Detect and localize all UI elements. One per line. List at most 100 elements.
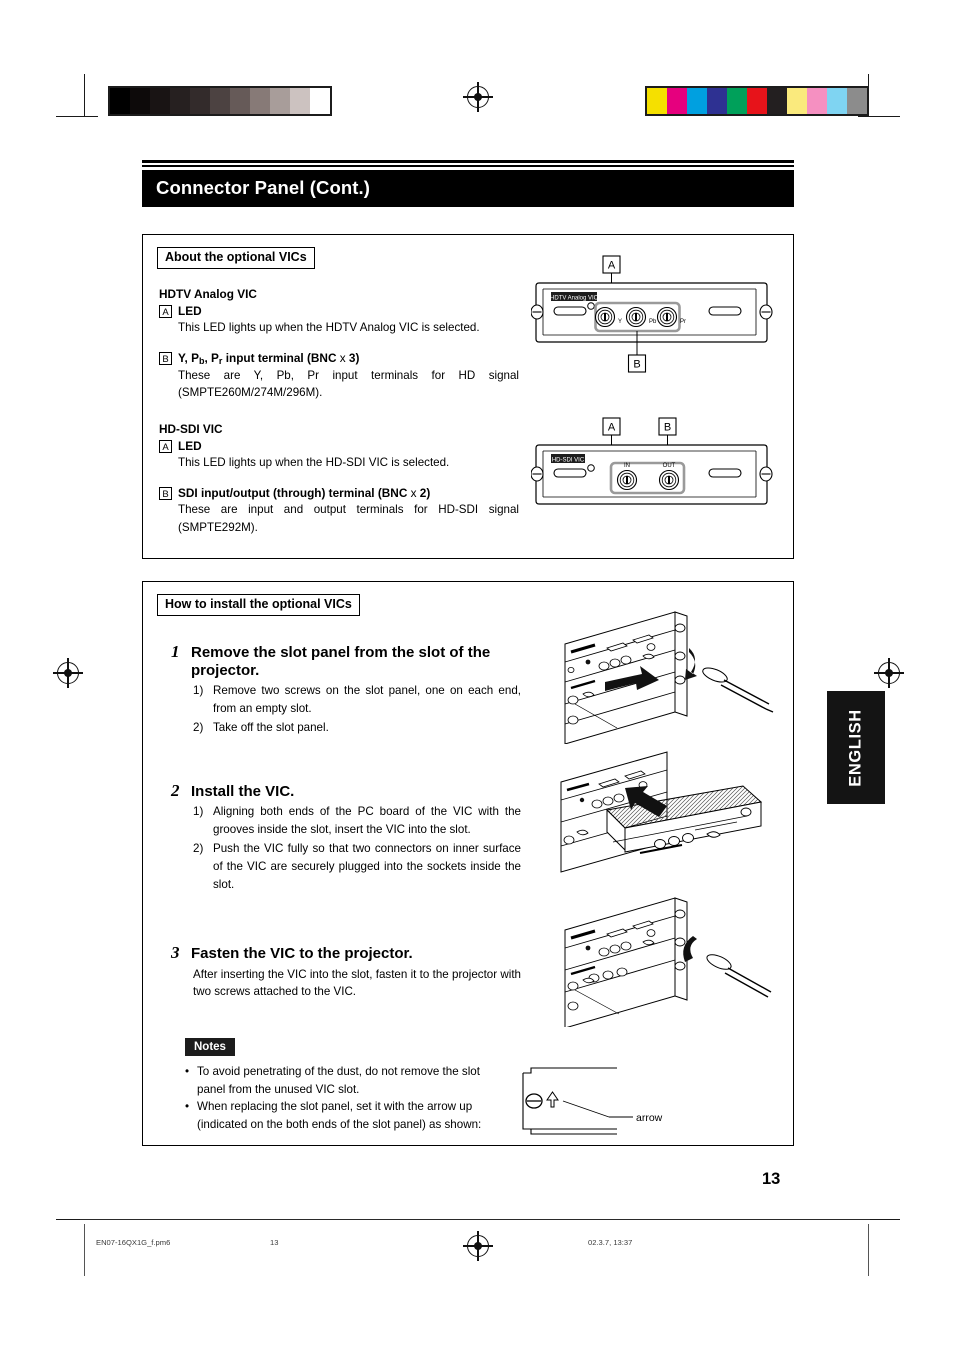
language-tab-english: ENGLISH: [827, 691, 885, 804]
title-divider-rules: [142, 160, 794, 167]
svg-text:HD-SDI VIC: HD-SDI VIC: [552, 457, 585, 463]
calibration-swatch: [310, 88, 330, 114]
calibration-swatch: [827, 88, 847, 114]
step-title: Install the VIC.: [191, 782, 295, 800]
item-title-led: LED: [178, 438, 202, 453]
item-hdsdi-led: A LED This LED lights up when the HD-SDI…: [159, 439, 519, 472]
notes-list: • To avoid penetrating of the dust, do n…: [185, 1063, 503, 1144]
calibration-swatch: [647, 88, 667, 114]
calibration-swatch: [667, 88, 687, 114]
step-number: 3: [171, 943, 180, 963]
substep: 2) Push the VIC fully so that two connec…: [193, 840, 521, 893]
grayscale-calibration-bar: [108, 86, 332, 116]
language-tab-label: ENGLISH: [846, 708, 865, 787]
substep: 1) Remove two screws on the slot panel, …: [193, 682, 521, 717]
item-body-ypbpr-terminal: These are Y, Pb, Pr input terminals for …: [178, 368, 519, 400]
note-text: To avoid penetrating of the dust, do not…: [197, 1065, 480, 1096]
letter-badge-b: B: [159, 487, 172, 501]
step-1-illustration: [547, 604, 777, 749]
calibration-swatch: [707, 88, 727, 114]
about-text-column: HDTV Analog VIC A LED This LED lights up…: [159, 287, 519, 551]
svg-text:A: A: [608, 259, 616, 271]
crop-mark-bottom-right-horizontal: [870, 1219, 900, 1221]
svg-text:Pr: Pr: [680, 319, 686, 325]
hdtv-analog-vic-panel-diagram: A HDTV Analog VIC Y Pb Pr B: [530, 254, 781, 390]
substep-text: Aligning both ends of the PC board of th…: [213, 805, 521, 836]
calibration-swatch: [170, 88, 190, 114]
footer-right-margin-line: [868, 1224, 869, 1276]
calibration-swatch: [807, 88, 827, 114]
svg-text:arrow: arrow: [636, 1112, 663, 1124]
item-title-led: LED: [178, 303, 202, 318]
install-step-1: 1 Remove the slot panel from the slot of…: [171, 642, 521, 737]
item-hdtv-ypbpr: B Y, Pb, Pr input terminal (BNC x 3) The…: [159, 351, 519, 402]
substep-marker: 1): [193, 805, 204, 819]
calibration-swatch: [687, 88, 707, 114]
registration-mark-left-middle: [53, 658, 83, 688]
letter-badge-a: A: [159, 440, 172, 454]
svg-text:B: B: [633, 358, 640, 370]
letter-badge-a: A: [159, 305, 172, 318]
item-title-sdi-terminal: SDI input/output (through) terminal (BNC…: [178, 485, 431, 500]
calibration-swatch: [767, 88, 787, 114]
svg-text:Pb: Pb: [649, 319, 657, 325]
notes-section: Notes • To avoid penetrating of the dust…: [185, 1037, 755, 1145]
calibration-swatch: [150, 88, 170, 114]
about-optional-vics-box: About the optional VICs HDTV Analog VIC …: [142, 233, 794, 559]
step-body: After inserting the VIC into the slot, f…: [193, 967, 521, 999]
item-hdsdi-terminal: B SDI input/output (through) terminal (B…: [159, 486, 519, 537]
hd-sdi-vic-panel-diagram: A B HD-SDI VIC IN OUT: [530, 416, 781, 532]
notes-label: Notes: [185, 1038, 235, 1057]
install-step-2: 2 Install the VIC. 1) Aligning both ends…: [171, 781, 521, 893]
calibration-swatch: [130, 88, 150, 114]
step-3-illustration: [547, 892, 777, 1032]
about-section-heading: About the optional VICs: [157, 246, 315, 269]
svg-text:OUT: OUT: [663, 463, 676, 469]
svg-text:Y: Y: [618, 319, 622, 325]
substep-text: Push the VIC fully so that two connector…: [213, 842, 521, 891]
note-text: When replacing the slot panel, set it wi…: [197, 1100, 482, 1131]
item-body-led: This LED lights up when the HDTV Analog …: [178, 321, 480, 334]
calibration-swatch: [230, 88, 250, 114]
calibration-swatch: [210, 88, 230, 114]
note-item: • To avoid penetrating of the dust, do n…: [185, 1063, 503, 1098]
calibration-swatch: [847, 88, 867, 114]
footer-divider: [80, 1219, 870, 1220]
group-heading-hdtv-analog-vic: HDTV Analog VIC: [159, 286, 257, 301]
substep: 1) Aligning both ends of the PC board of…: [193, 803, 521, 838]
note-item: • When replacing the slot panel, set it …: [185, 1098, 503, 1133]
bullet-icon: •: [185, 1100, 190, 1114]
letter-badge-b: B: [159, 352, 172, 366]
svg-text:HDTV Analog VIC: HDTV Analog VIC: [550, 295, 599, 301]
calibration-swatch: [727, 88, 747, 114]
svg-text:B: B: [664, 421, 671, 433]
how-to-install-box: How to install the optional VICs 1 Remov…: [142, 580, 794, 1146]
substep-marker: 2): [193, 842, 204, 856]
registration-mark-bottom-center: [463, 1231, 493, 1261]
step-number: 2: [171, 780, 180, 800]
item-body-led: This LED lights up when the HD-SDI VIC i…: [178, 456, 450, 470]
step-title: Remove the slot panel from the slot of t…: [191, 643, 491, 679]
calibration-swatch: [250, 88, 270, 114]
svg-text:A: A: [608, 421, 616, 433]
substep-text: Take off the slot panel.: [213, 721, 329, 735]
page-title: Connector Panel (Cont.): [142, 169, 794, 207]
registration-mark-top-center: [463, 82, 493, 112]
install-step-3: 3 Fasten the VIC to the projector. After…: [171, 943, 521, 1001]
page-content: Connector Panel (Cont.) About the option…: [142, 160, 794, 1146]
footer-page-number: 13: [270, 1238, 279, 1247]
substep: 2) Take off the slot panel.: [193, 719, 521, 737]
registration-mark-right-middle: [874, 658, 904, 688]
arrow-orientation-diagram: arrow: [517, 1063, 687, 1144]
install-section-heading: How to install the optional VICs: [157, 593, 360, 616]
step-number: 1: [171, 641, 180, 661]
step-2-illustration: [547, 750, 777, 890]
substep-text: Remove two screws on the slot panel, one…: [213, 684, 521, 715]
crop-mark-top-right-horizontal: [858, 116, 900, 118]
bullet-icon: •: [185, 1065, 190, 1079]
crop-mark-top-left-vertical: [84, 74, 86, 116]
substep-marker: 2): [193, 721, 204, 735]
calibration-swatch: [747, 88, 767, 114]
install-steps-column: 1 Remove the slot panel from the slot of…: [171, 642, 521, 1005]
step-title: Fasten the VIC to the projector.: [191, 945, 413, 963]
